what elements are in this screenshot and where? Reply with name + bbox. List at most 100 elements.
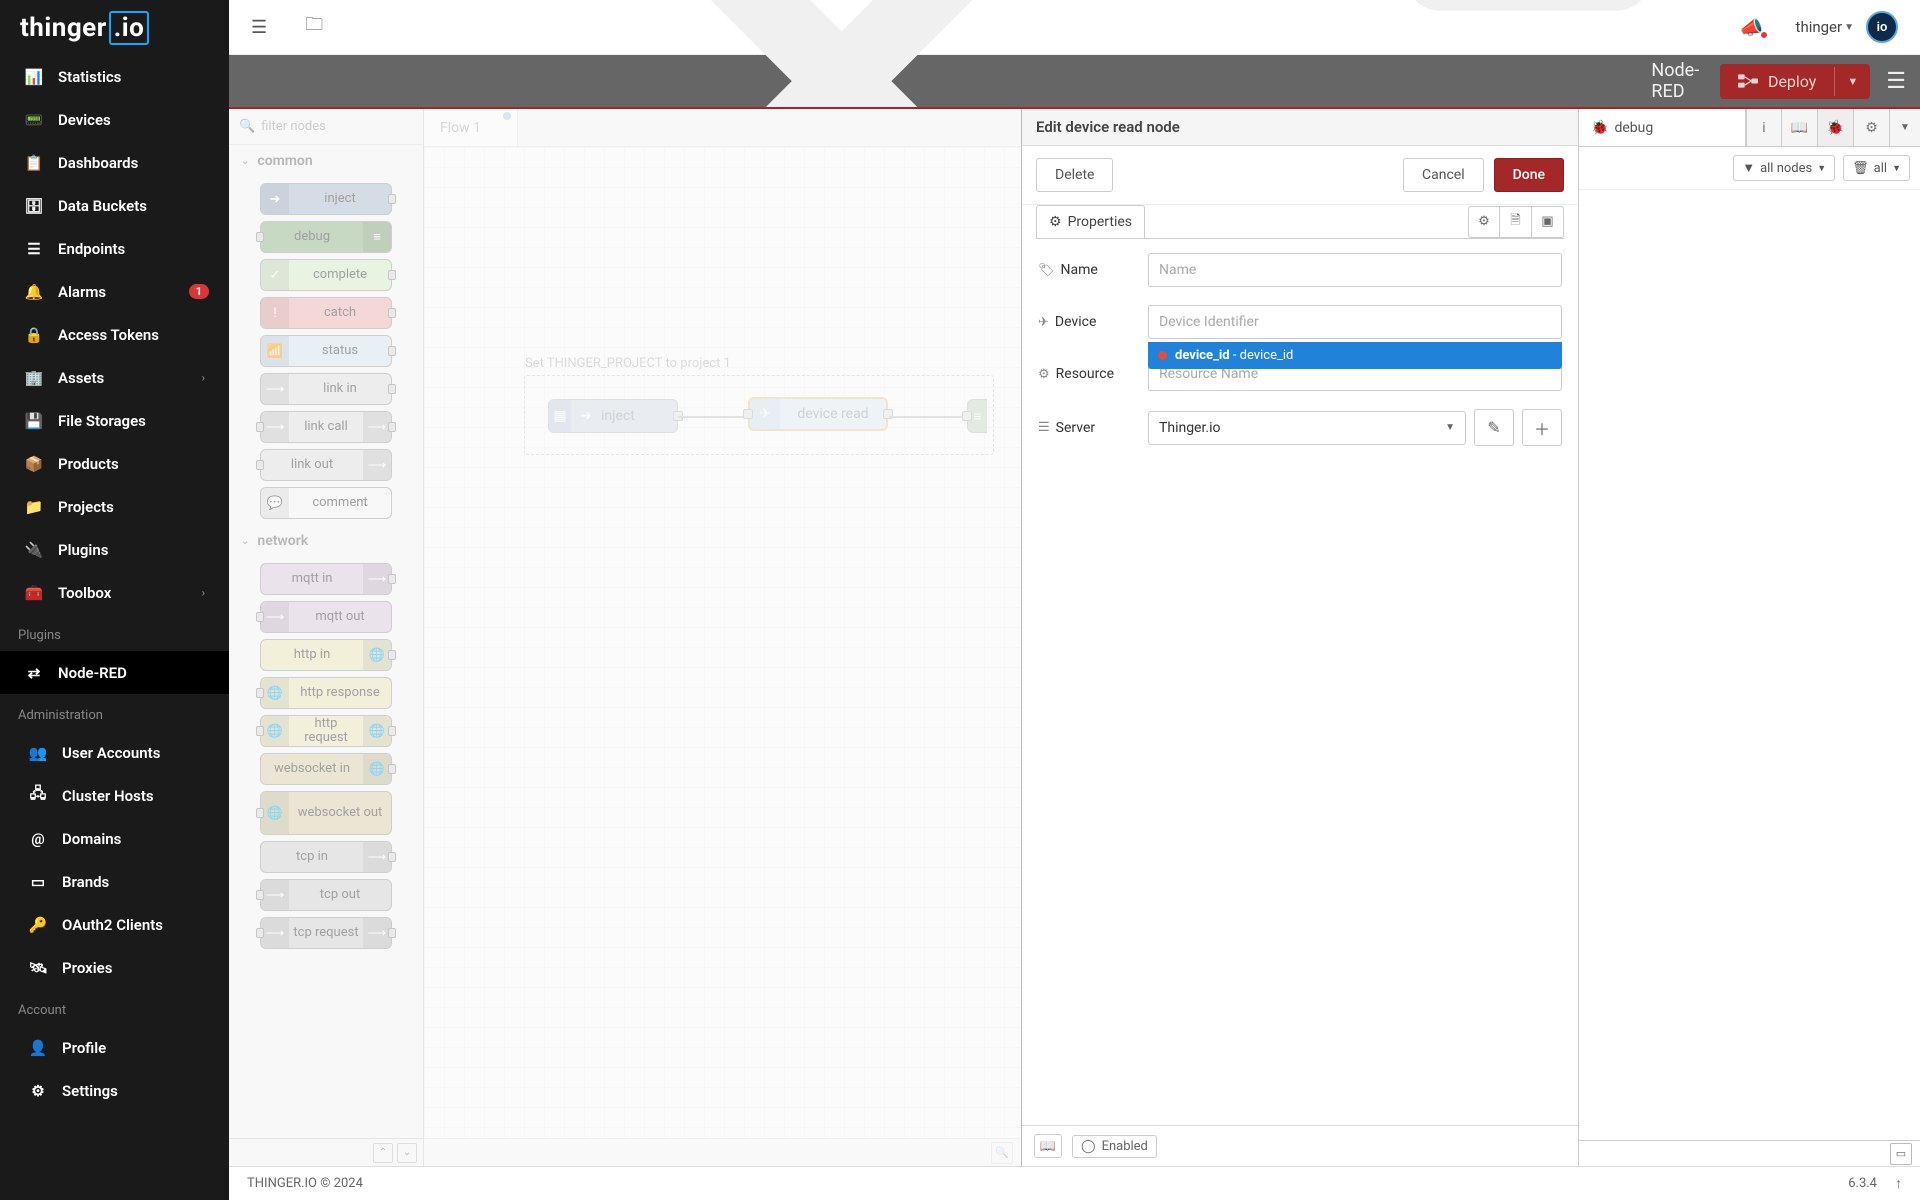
sidebar-item-profile[interactable]: 👤Profile (0, 1026, 229, 1069)
sidebar-item-access-tokens[interactable]: 🔒Access Tokens (0, 313, 229, 356)
output-port (388, 270, 396, 280)
debug-tab-icon[interactable]: 🐞 (1818, 109, 1854, 146)
user-menu[interactable]: thinger ▼ io (1796, 11, 1898, 43)
properties-label: Properties (1068, 214, 1132, 230)
sidebar-item-products[interactable]: 📦Products (0, 442, 229, 485)
palette-collapse-up[interactable]: ⌃ (373, 1143, 393, 1163)
sidebar-item-settings[interactable]: ⚙Settings (0, 1069, 229, 1112)
palette-node-catch[interactable]: !catch (260, 297, 392, 329)
sidebar-item-dashboards[interactable]: 📋Dashboards (0, 141, 229, 184)
enabled-toggle[interactable]: ◯ Enabled (1072, 1135, 1157, 1158)
sidebar-item-user-accounts[interactable]: 👥User Accounts (0, 731, 229, 774)
deploy-dropdown[interactable]: ▼ (1834, 67, 1870, 96)
device-input[interactable] (1148, 305, 1562, 339)
flow-node-debug-partial[interactable]: ≡ (967, 399, 987, 433)
sidebar-item-cluster-hosts[interactable]: 🖧Cluster Hosts (0, 774, 229, 817)
flow-node-inject[interactable]: ▦ ➜ inject (548, 399, 678, 433)
sidebar-item-statistics[interactable]: 📊Statistics (0, 55, 229, 98)
name-field-label: Name (1061, 262, 1098, 278)
palette-node-status[interactable]: 📶status (260, 335, 392, 367)
sidebar-item-alarms[interactable]: 🔔Alarms1 (0, 270, 229, 313)
flow-node-device-read[interactable]: ✈ device read (748, 397, 888, 431)
sidebar-item-brands[interactable]: ▭Brands (0, 860, 229, 903)
sidebar-item-node-red[interactable]: ⇄ Node-RED (0, 651, 229, 694)
server-select[interactable]: Thinger.io ▼ (1148, 411, 1466, 445)
view-search-icon[interactable]: 🔍 (991, 1142, 1013, 1164)
hamburger-menu-icon[interactable]: ☰ (1886, 69, 1906, 94)
palette-collapse-down[interactable]: ⌄ (397, 1143, 417, 1163)
sidebar-item-devices[interactable]: 📟Devices (0, 98, 229, 141)
autocomplete-dropdown[interactable]: device_id - device_id (1148, 342, 1562, 369)
nodered-body: 🔍 filter nodes ⌄common ➜inject debug≡ ✓com… (229, 107, 1920, 1166)
palette-node-complete[interactable]: ✓complete (260, 259, 392, 291)
sidebar-item-endpoints[interactable]: ☰Endpoints (0, 227, 229, 270)
palette-node-tcp-in[interactable]: tcp in⟶ (260, 841, 392, 873)
server-icon: ☰ (1038, 420, 1050, 435)
sidebar-tabs-dropdown[interactable]: ▼ (1890, 109, 1920, 146)
sidebar-item-toolbox[interactable]: 🧰Toolbox› (0, 571, 229, 614)
palette-node-tcp-request[interactable]: ⟶tcp request⟶ (260, 917, 392, 949)
sidebar-item-assets[interactable]: 🏢Assets› (0, 356, 229, 399)
filter-all-nodes[interactable]: ▼ all nodes ▼ (1733, 155, 1835, 181)
sidebar-item-plugins[interactable]: 🔌Plugins (0, 528, 229, 571)
appearance-tab-icon[interactable]: ▣ (1532, 206, 1564, 238)
input-port[interactable] (962, 411, 972, 421)
input-port (256, 688, 264, 698)
palette-node-tcp-out[interactable]: ⟶tcp out (260, 879, 392, 911)
clear-all-button[interactable]: 🗑 all ▼ (1843, 155, 1910, 181)
sidebar-item-proxies[interactable]: 🛰Proxies (0, 946, 229, 989)
name-input[interactable] (1148, 253, 1562, 287)
description-tab-icon[interactable]: 🗎 (1500, 206, 1532, 238)
storage-icon: 💾 (24, 412, 44, 430)
delete-button[interactable]: Delete (1036, 158, 1113, 192)
pencil-icon: ✎ (1487, 418, 1500, 437)
scroll-top-icon[interactable]: ↑ (1895, 1175, 1902, 1192)
open-window-icon[interactable]: ▭ (1890, 1143, 1912, 1165)
footer: THINGER.IO © 2024 6.3.4 ↑ (229, 1166, 1920, 1200)
palette-node-link-call[interactable]: ⟶link call⟶ (260, 411, 392, 443)
palette-cat-common[interactable]: ⌄common (229, 145, 423, 177)
announcements-icon[interactable]: 📣 (1740, 16, 1764, 39)
properties-tab[interactable]: ⚙ Properties (1036, 205, 1145, 238)
palette-node-mqtt-out[interactable]: ⟶mqtt out (260, 601, 392, 633)
sidebar-item-domains[interactable]: @Domains (0, 817, 229, 860)
gear-icon: ⚙ (1038, 367, 1050, 382)
brand-logo[interactable]: thinger.io (0, 0, 229, 55)
palette-cat-network[interactable]: ⌄network (229, 525, 423, 557)
flow-canvas[interactable]: Set THINGER_PROJECT to project 1 ▦ ➜ inj… (424, 147, 1021, 1138)
book-icon[interactable]: 📖 (1034, 1134, 1062, 1158)
editor-panel: Edit device read node Delete Cancel Done… (1021, 109, 1578, 1166)
output-port (388, 308, 396, 318)
palette-node-websocket-in[interactable]: websocket in🌐 (260, 753, 392, 785)
sidebar-item-file-storages[interactable]: 💾File Storages (0, 399, 229, 442)
palette-search[interactable]: 🔍 filter nodes (229, 109, 423, 145)
info-tab-icon[interactable]: i (1746, 109, 1782, 146)
palette-node-inject[interactable]: ➜inject (260, 183, 392, 215)
cancel-button[interactable]: Cancel (1403, 158, 1484, 192)
inject-trigger-button[interactable]: ▦ (549, 400, 571, 432)
palette-node-comment[interactable]: 💬comment (260, 487, 392, 519)
palette-node-debug[interactable]: debug≡ (260, 221, 392, 253)
add-server-button[interactable]: ＋ (1522, 409, 1562, 446)
palette-node-http-response[interactable]: 🌐http response (260, 677, 392, 709)
edit-server-button[interactable]: ✎ (1474, 409, 1514, 446)
env-tab-icon[interactable]: ⚙ (1468, 206, 1500, 238)
tab-flow-1[interactable]: Flow 1 (424, 109, 518, 146)
palette-node-websocket-out[interactable]: 🌐websocket out (260, 791, 392, 835)
deploy-button[interactable]: Deploy (1720, 64, 1834, 99)
input-port (256, 890, 264, 900)
output-port (388, 764, 396, 774)
palette-node-link-in[interactable]: ⟶link in (260, 373, 392, 405)
config-tab-icon[interactable]: ⚙ (1854, 109, 1890, 146)
done-button[interactable]: Done (1494, 158, 1564, 192)
sidebar-item-data-buckets[interactable]: 🗄Data Buckets (0, 184, 229, 227)
sidebar-item-oauth2-clients[interactable]: 🔑OAuth2 Clients (0, 903, 229, 946)
palette-node-http-request[interactable]: 🌐http request🌐 (260, 715, 392, 747)
help-tab-icon[interactable]: 📖 (1782, 109, 1818, 146)
palette-node-mqtt-in[interactable]: mqtt in⟶ (260, 563, 392, 595)
sidebar-item-projects[interactable]: 📁Projects (0, 485, 229, 528)
input-port[interactable] (743, 409, 753, 419)
palette-node-link-out[interactable]: link out⟶ (260, 449, 392, 481)
debug-tab[interactable]: 🐞 debug (1579, 109, 1746, 146)
palette-node-http-in[interactable]: http in🌐 (260, 639, 392, 671)
